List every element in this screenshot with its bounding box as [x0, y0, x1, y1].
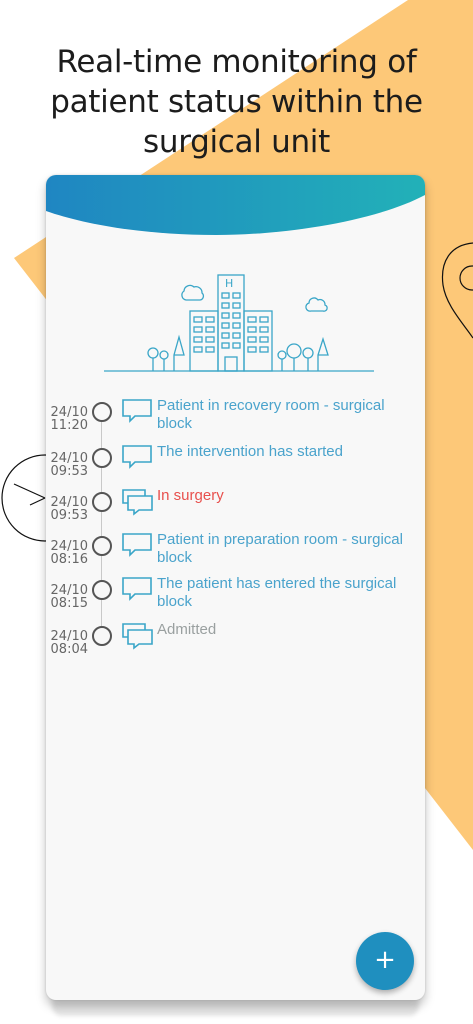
status-dot-icon [92, 580, 112, 600]
add-fab-button[interactable]: + [356, 932, 414, 990]
timeline-message: Admitted [157, 621, 217, 638]
timeline-message: The intervention has started [157, 443, 343, 460]
status-dot-icon [92, 492, 112, 512]
headline-line-2: patient status within the [50, 84, 423, 120]
timeline-time: 11:20 [50, 418, 88, 433]
hospital-illustration: H [104, 274, 374, 372]
timeline-time: 08:16 [50, 552, 88, 567]
status-dot-icon [92, 402, 112, 422]
chat-bubble-icon [121, 398, 153, 428]
timeline-time: 08:15 [50, 596, 88, 611]
chat-bubbles-icon [121, 488, 155, 520]
headline-line-1: Real-time monitoring of [56, 44, 417, 80]
svg-text:H: H [225, 277, 233, 290]
timeline-message: The patient has entered the surgical blo… [157, 575, 397, 610]
chat-bubble-icon [121, 444, 153, 474]
timeline-message: In surgery [157, 487, 224, 504]
status-dot-icon [92, 536, 112, 556]
headline: Real-time monitoring of patient status w… [0, 42, 473, 162]
chat-bubbles-icon [121, 622, 155, 654]
headline-line-3: surgical unit [143, 124, 330, 160]
timeline-message: Patient in preparation room - surgical b… [157, 531, 403, 566]
timeline-time: 09:53 [50, 508, 88, 523]
chat-bubble-icon [121, 576, 153, 606]
card-header-wave [46, 175, 425, 235]
status-dot-icon [92, 626, 112, 646]
timeline-time: 09:53 [50, 464, 88, 479]
chat-bubble-icon [121, 532, 153, 562]
phone-card: H 24/10 11:20 Patient in recovery room -… [46, 175, 425, 1000]
card-shadow [52, 1000, 419, 1016]
status-dot-icon [92, 448, 112, 468]
plus-icon: + [374, 945, 396, 975]
timeline-time: 08:04 [50, 642, 88, 657]
timeline-message: Patient in recovery room - surgical bloc… [157, 397, 385, 432]
